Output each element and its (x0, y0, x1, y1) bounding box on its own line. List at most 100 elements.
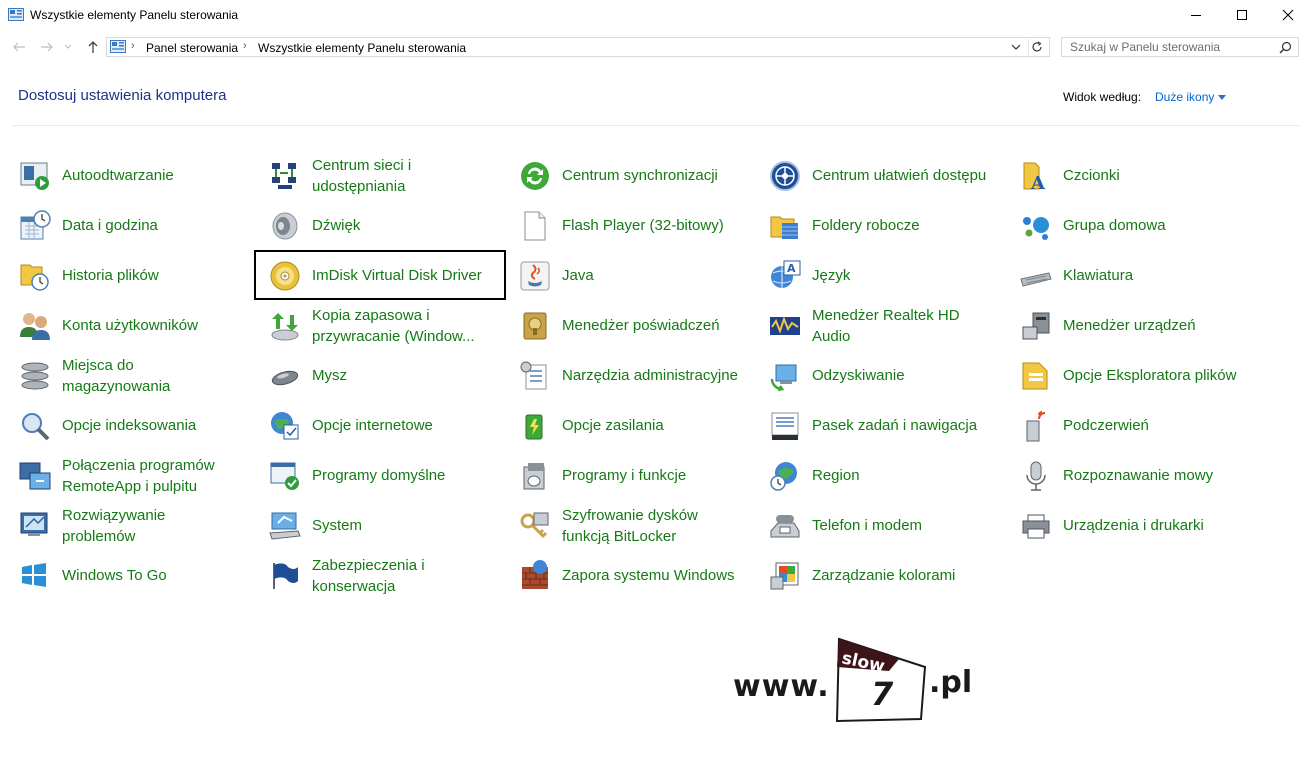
item-label-line: udostępniania (312, 178, 406, 195)
item-centrum-synchronizacji[interactable]: Centrum synchronizacji (518, 151, 768, 199)
maximize-button[interactable] (1219, 0, 1265, 30)
arrow-up-icon (88, 41, 98, 53)
watermark-badge-number: 7 (871, 675, 894, 713)
item-czcionki[interactable]: A Czcionki (1019, 151, 1269, 199)
item-label: Opcje indeksowania (62, 417, 197, 434)
item-label-line: Zabezpieczenia i (312, 557, 425, 574)
item-telefon-i-modem[interactable]: Telefon i modem (768, 501, 1018, 549)
item-label: Autoodtwarzanie (62, 167, 174, 184)
item-kopia-zapasowa-i-przywracanie-window[interactable]: Kopia zapasowa i przywracanie (Window... (268, 301, 518, 349)
minimize-button[interactable] (1173, 0, 1219, 30)
item-label: Historia plików (62, 267, 159, 284)
item-jezyk[interactable]: A Język (768, 251, 1018, 299)
search-icon (1279, 41, 1292, 54)
chevron-down-icon (64, 44, 72, 49)
item-menedzer-poswiadczen[interactable]: Menedżer poświadczeń (518, 301, 768, 349)
item-menedzer-realtek-hd-audio[interactable]: Menedżer Realtek HD Audio (768, 301, 1018, 349)
arrow-right-icon (41, 42, 53, 52)
item-autoodtwarzanie[interactable]: Autoodtwarzanie (18, 151, 268, 199)
file-history-icon (20, 264, 49, 291)
item-flash-player-32-bitowy[interactable]: Flash Player (32-bitowy) (518, 201, 768, 249)
bitlocker-icon (520, 512, 549, 539)
item-label-line: Centrum sieci i (312, 157, 412, 174)
recent-locations-button[interactable] (62, 38, 74, 56)
item-foldery-robocze[interactable]: Foldery robocze (768, 201, 1018, 249)
item-label: Centrum ułatwień dostępu (812, 167, 987, 184)
item-programy-domyslne[interactable]: Programy domyślne (268, 451, 518, 499)
breadcrumb-all-items[interactable]: Wszystkie elementy Panelu sterowania (258, 41, 466, 55)
internet-options-icon (271, 412, 299, 440)
item-rozwiazywanie-problemow[interactable]: Rozwiązywanie problemów (18, 501, 268, 549)
item-polaczenia-programow-remoteapp-i-pulpitu[interactable]: Połączenia programów RemoteApp i pulpitu (18, 451, 268, 499)
header-divider (12, 125, 1299, 126)
item-pasek-zadan-i-nawigacja[interactable]: Pasek zadań i nawigacja (768, 401, 1018, 449)
recovery-icon (770, 364, 797, 392)
item-opcje-eksploratora-plikow[interactable]: Opcje Eksploratora plików (1019, 351, 1269, 399)
item-java[interactable]: Java (518, 251, 768, 299)
search-box[interactable] (1061, 37, 1299, 57)
item-data-i-godzina[interactable]: Data i godzina (18, 201, 268, 249)
item-konta-uzytkownikow[interactable]: Konta użytkowników (18, 301, 268, 349)
search-input[interactable] (1062, 38, 1280, 56)
address-dropdown-button[interactable] (1009, 40, 1023, 54)
item-windows-to-go[interactable]: Windows To Go (18, 551, 268, 599)
close-button[interactable] (1265, 0, 1311, 30)
homegroup-icon (1023, 217, 1049, 240)
item-label: Windows To Go (62, 567, 167, 584)
item-zapora-systemu-windows[interactable]: Zapora systemu Windows (518, 551, 768, 599)
breadcrumb-control-panel[interactable]: Panel sterowania (146, 41, 238, 55)
item-miejsca-do-magazynowania[interactable]: Miejsca do magazynowania (18, 351, 268, 399)
window-title: Wszystkie elementy Panelu sterowania (30, 8, 239, 22)
item-narzedzia-administracyjne[interactable]: Narzędzia administracyjne (518, 351, 768, 399)
fonts-icon: A (1023, 162, 1046, 193)
refresh-button[interactable] (1028, 39, 1045, 55)
navigation-bar: › Panel sterowania › Wszystkie elementy … (0, 34, 1311, 60)
item-programy-i-funkcje[interactable]: Programy i funkcje (518, 451, 768, 499)
backup-restore-icon (271, 313, 299, 341)
item-dzwiek[interactable]: Dźwięk (268, 201, 518, 249)
item-label: Foldery robocze (812, 217, 920, 234)
item-zarzadzanie-kolorami[interactable]: Zarządzanie kolorami (768, 551, 1018, 599)
up-button[interactable] (84, 38, 102, 56)
maximize-icon (1237, 10, 1247, 20)
item-podczerwien[interactable]: Podczerwień (1019, 401, 1269, 449)
item-label: Opcje zasilania (562, 417, 664, 434)
item-label: Data i godzina (62, 217, 158, 234)
item-label: Zarządzanie kolorami (812, 567, 956, 584)
item-opcje-zasilania[interactable]: Opcje zasilania (518, 401, 768, 449)
item-urzadzenia-i-drukarki[interactable]: Urządzenia i drukarki (1019, 501, 1269, 549)
watermark-badge: slow 7 (835, 637, 927, 723)
item-opcje-indeksowania[interactable]: Opcje indeksowania (18, 401, 268, 449)
item-region[interactable]: Region (768, 451, 1018, 499)
item-menedzer-urzadzen[interactable]: Menedżer urządzeń (1019, 301, 1269, 349)
back-button[interactable] (10, 38, 28, 56)
item-label-line: Kopia zapasowa i (312, 307, 430, 324)
power-options-icon (525, 414, 543, 440)
device-manager-icon (1022, 312, 1050, 340)
item-szyfrowanie-dyskow-funkcja-bitlocker[interactable]: Szyfrowanie dysków funkcją BitLocker (518, 501, 768, 549)
date-time-icon (20, 210, 51, 240)
item-zabezpieczenia-i-konserwacja[interactable]: Zabezpieczenia i konserwacja (268, 551, 518, 599)
item-label: System (312, 517, 363, 534)
item-historia-plikow[interactable]: Historia plików (18, 251, 268, 299)
indexing-options-icon (22, 413, 50, 441)
forward-button[interactable] (38, 38, 56, 56)
item-label-line: Szyfrowanie dysków (562, 507, 698, 524)
sync-center-icon (521, 162, 549, 190)
item-system[interactable]: System (268, 501, 518, 549)
view-by-dropdown[interactable]: Duże ikony (1155, 90, 1214, 104)
item-opcje-internetowe[interactable]: Opcje internetowe (268, 401, 518, 449)
item-mysz[interactable]: Mysz (268, 351, 518, 399)
item-centrum-ulatwien-dostepu[interactable]: Centrum ułatwień dostępu (768, 151, 1018, 199)
item-centrum-sieci-i-udostepniania[interactable]: Centrum sieci i udostępniania (268, 151, 518, 199)
item-rozpoznawanie-mowy[interactable]: Rozpoznawanie mowy (1019, 451, 1269, 499)
address-bar[interactable]: › Panel sterowania › Wszystkie elementy … (106, 37, 1050, 57)
item-grupa-domowa[interactable]: Grupa domowa (1019, 201, 1269, 249)
color-management-icon (770, 562, 799, 590)
java-icon (520, 261, 550, 291)
dropdown-arrow-icon[interactable] (1218, 95, 1226, 100)
item-klawiatura[interactable]: Klawiatura (1019, 251, 1269, 299)
item-odzyskiwanie[interactable]: Odzyskiwanie (768, 351, 1018, 399)
svg-text:A: A (1030, 173, 1046, 193)
region-icon (770, 462, 797, 491)
